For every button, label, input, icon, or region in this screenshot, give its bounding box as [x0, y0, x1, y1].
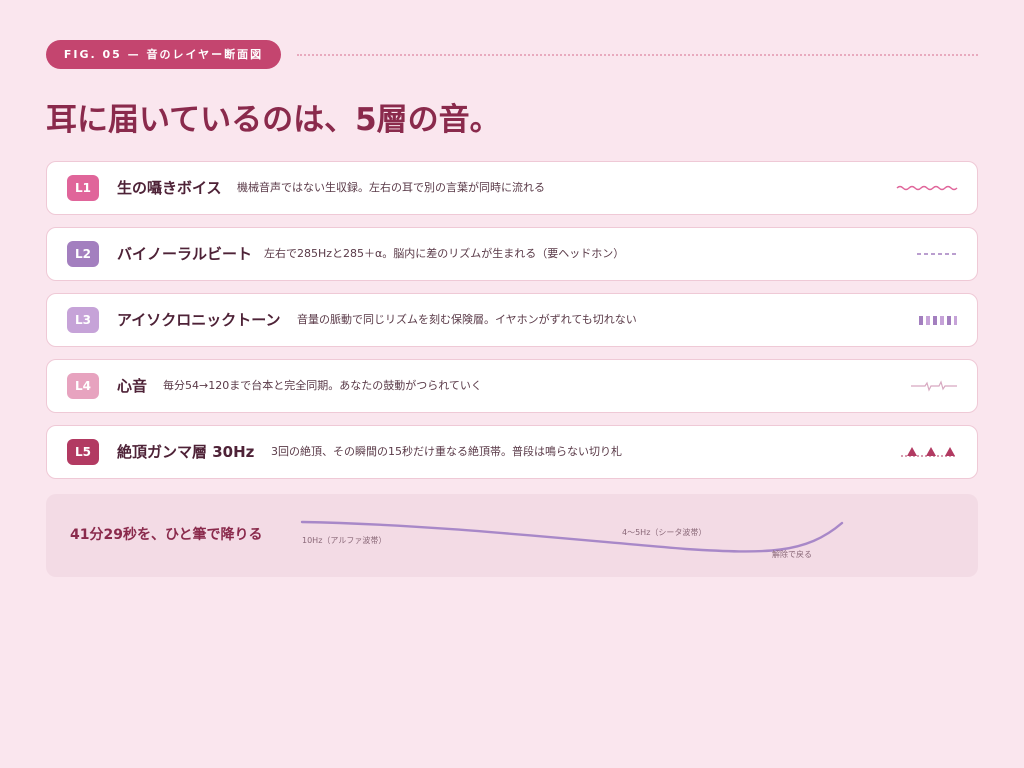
layer-name: バイノーラルビート	[117, 245, 253, 263]
triangle-peaks-icon	[901, 447, 957, 457]
layer-description: 毎分54→120まで台本と完全同期。あなたの鼓動がつられていく	[163, 379, 482, 392]
layer-description: 機械音声ではない生収録。左右の耳で別の言葉が同時に流れる	[237, 181, 545, 194]
heartbeat-icon	[911, 380, 957, 392]
layer-card-l4: L4 心音 毎分54→120まで台本と完全同期。あなたの鼓動がつられていく	[46, 359, 978, 413]
figure-header: FIG. 05 — 音のレイヤー断面図	[46, 40, 978, 69]
layer-badge: L2	[67, 241, 99, 267]
layer-badge: L4	[67, 373, 99, 399]
layer-name: 心音	[117, 377, 148, 395]
annotation-mid: 4〜5Hz（シータ波帯）	[622, 527, 706, 537]
dotted-divider	[297, 54, 978, 56]
annotation-start: 10Hz（アルファ波帯）	[302, 535, 386, 545]
layer-card-l3: L3 アイソクロニックトーン 音量の脈動で同じリズムを刻む保険層。イヤホンがずれ…	[46, 293, 978, 347]
layer-badge: L1	[67, 175, 99, 201]
dashed-line-icon	[917, 253, 957, 255]
layer-name: アイソクロニックトーン	[117, 311, 281, 329]
frequency-descent-chart: 10Hz（アルファ波帯） 4〜5Hz（シータ波帯） 解除で戻る	[300, 520, 844, 559]
layer-description: 左右で285Hzと285＋α。脳内に差のリズムが生まれる（要ヘッドホン）	[264, 247, 625, 260]
pulse-bars-icon	[919, 316, 957, 325]
layer-card-l1: L1 生の囁きボイス 機械音声ではない生収録。左右の耳で別の言葉が同時に流れる	[46, 161, 978, 215]
layer-name: 絶頂ガンマ層 30Hz	[117, 443, 255, 461]
layer-description: 3回の絶頂、その瞬間の15秒だけ重なる絶頂帯。普段は鳴らない切り札	[271, 445, 622, 458]
summary-panel: 41分29秒を、ひと筆で降りる 10Hz（アルファ波帯） 4〜5Hz（シータ波帯…	[46, 494, 978, 577]
page-title: 耳に届いているのは、5層の音。	[46, 102, 501, 138]
annotation-end: 解除で戻る	[772, 549, 812, 559]
figure-label: FIG. 05 — 音のレイヤー断面図	[46, 40, 281, 69]
wave-icon	[896, 185, 958, 191]
layer-card-l2: L2 バイノーラルビート 左右で285Hzと285＋α。脳内に差のリズムが生まれ…	[46, 227, 978, 281]
layer-card-l5: L5 絶頂ガンマ層 30Hz 3回の絶頂、その瞬間の15秒だけ重なる絶頂帯。普段…	[46, 425, 978, 479]
layer-badge: L3	[67, 307, 99, 333]
layer-name: 生の囁きボイス	[117, 179, 222, 197]
layer-description: 音量の脈動で同じリズムを刻む保険層。イヤホンがずれても切れない	[297, 313, 637, 326]
layer-badge: L5	[67, 439, 99, 465]
